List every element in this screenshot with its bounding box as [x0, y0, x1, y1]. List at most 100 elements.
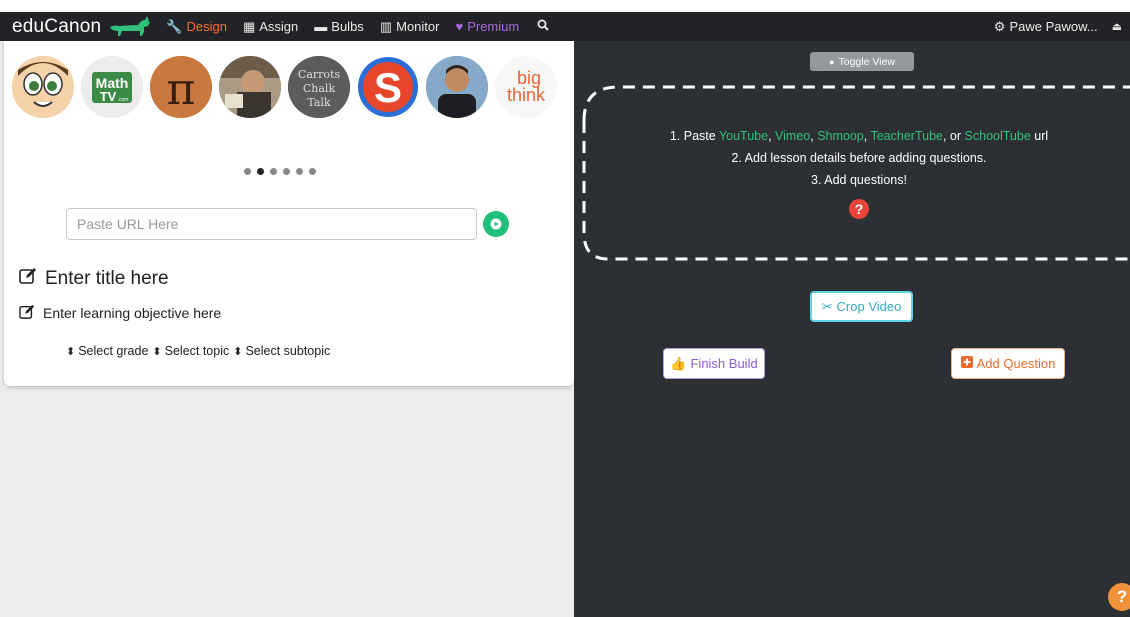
learning-objective-text[interactable]: Enter learning objective here: [43, 305, 221, 321]
vimeo-link[interactable]: Vimeo: [775, 129, 810, 143]
photo-thumbnail-icon: [219, 56, 281, 118]
top-navbar: eduCanon 🔧 Design ▦ Assign ▬ Bulbs ▥ Mon…: [0, 12, 1130, 41]
provider-logo-mathtv[interactable]: Math TV .com: [81, 56, 143, 118]
add-question-label: Add Question: [976, 356, 1056, 371]
crop-video-label: Crop Video: [836, 299, 902, 314]
brand[interactable]: eduCanon: [12, 15, 152, 39]
sort-icon: ⬍: [66, 345, 76, 358]
instruction-step-2: 2. Add lesson details before adding ques…: [731, 151, 987, 165]
user-name[interactable]: Pawe Pawow...: [1009, 19, 1097, 34]
teacher-photo-icon: [426, 56, 488, 118]
carousel-dot[interactable]: [296, 168, 303, 175]
mathtv-logo-subtext: TV: [100, 89, 117, 104]
help-chat-button[interactable]: ?: [1108, 583, 1130, 611]
nav-item-label: Premium: [467, 19, 520, 34]
lesson-title-text[interactable]: Enter title here: [45, 268, 169, 290]
pi-logo-text: π: [167, 64, 196, 115]
toggle-view-label: Toggle View: [838, 55, 895, 68]
select-subtopic[interactable]: ⬍ Select subtopic: [233, 344, 330, 358]
calendar-icon: ▦: [242, 18, 256, 34]
heart-icon: ♥: [455, 19, 464, 34]
provider-logo-big-think[interactable]: big think: [495, 56, 557, 118]
chalk-talk-line-3: Talk: [307, 96, 331, 109]
logout-icon[interactable]: ⏏: [1112, 20, 1122, 33]
carousel-dot[interactable]: [309, 168, 316, 175]
provider-logo-cartoon[interactable]: [12, 56, 74, 118]
pi-logo-icon: π: [150, 56, 212, 118]
nav-item-label: Monitor: [396, 19, 440, 34]
play-circle-icon: [490, 218, 502, 230]
select-label: Select topic: [164, 344, 230, 358]
select-topic[interactable]: ⬍ Select topic: [152, 344, 229, 358]
brand-logo-text[interactable]: eduCanon: [12, 16, 101, 38]
nav-item-monitor[interactable]: ▥ Monitor: [380, 19, 440, 35]
dachshund-logo-icon: [110, 15, 151, 36]
select-label: Select grade: [78, 344, 149, 358]
provider-logo-pi[interactable]: π: [150, 56, 212, 118]
youtube-link[interactable]: YouTube: [719, 129, 768, 143]
instruction-step-1: 1. Paste YouTube, Vimeo, Shmoop, Teacher…: [574, 125, 1130, 147]
nav-item-assign[interactable]: ▦ Assign: [243, 19, 298, 35]
select-grade[interactable]: ⬍ Select grade: [66, 344, 148, 358]
video-panel: ● Toggle View 1. Paste YouTube, Vimeo, S…: [574, 41, 1130, 617]
submit-url-button[interactable]: [483, 211, 509, 237]
question-help-icon[interactable]: ?: [849, 199, 869, 219]
shmoop-logo-icon: S: [358, 57, 418, 117]
learning-objective-editable[interactable]: Enter learning objective here: [19, 304, 221, 322]
provider-logo-shmoop[interactable]: S: [357, 56, 419, 118]
nav-item-bulbs[interactable]: ▬ Bulbs: [314, 19, 364, 34]
provider-carousel[interactable]: Math TV .com π Carrots Chalk Talk S big …: [12, 56, 572, 118]
mathtv-logo-domain: .com: [118, 97, 129, 103]
sort-icon: ⬍: [152, 345, 162, 358]
big-think-line-2: think: [507, 85, 546, 105]
carousel-dot[interactable]: [270, 168, 277, 175]
carousel-dot[interactable]: [283, 168, 290, 175]
nav-item-label: Design: [186, 19, 227, 34]
thumbs-up-icon: 👍: [670, 355, 687, 371]
provider-logo-teacher[interactable]: [426, 56, 488, 118]
gear-icon: ⚙: [993, 18, 1006, 34]
instruction-text: url: [1030, 129, 1049, 143]
user-menu[interactable]: ⚙ Pawe Pawow... ⏏: [994, 12, 1122, 41]
wrench-icon: 🔧: [166, 18, 183, 34]
left-empty-area: [4, 388, 574, 617]
big-think-logo-icon: big think: [495, 56, 557, 118]
shmoop-logo-text: S: [374, 64, 402, 111]
plus-square-icon: [960, 356, 973, 371]
shmoop-link[interactable]: Shmoop: [817, 129, 864, 143]
chalk-talk-line-1: Carrots: [298, 68, 341, 81]
sort-icon: ⬍: [233, 345, 243, 358]
separator-or: , or: [942, 129, 965, 143]
nav-item-label: Bulbs: [331, 19, 364, 34]
bar-chart-icon: ▥: [379, 18, 393, 34]
video-instructions: 1. Paste YouTube, Vimeo, Shmoop, Teacher…: [574, 125, 1130, 191]
chalk-talk-line-2: Chalk: [303, 82, 336, 95]
scissors-icon: ✂: [821, 298, 833, 314]
add-question-button[interactable]: Add Question: [951, 348, 1065, 379]
circle-arrow-icon: ●: [829, 56, 835, 67]
lesson-title-editable[interactable]: Enter title here: [19, 267, 169, 290]
instruction-text: 1. Paste: [669, 129, 719, 143]
toggle-view-button[interactable]: ● Toggle View: [810, 52, 914, 71]
lesson-select-row: ⬍ Select grade ⬍ Select topic ⬍ Select s…: [66, 344, 334, 358]
nav-menu: 🔧 Design ▦ Assign ▬ Bulbs ▥ Monitor ♥ Pr…: [166, 19, 549, 35]
finish-build-button[interactable]: 👍 Finish Build: [663, 348, 765, 379]
select-label: Select subtopic: [245, 344, 331, 358]
instruction-step-3: 3. Add questions!: [811, 173, 907, 187]
nav-item-premium[interactable]: ♥ Premium: [455, 19, 519, 34]
edit-icon: [19, 304, 35, 322]
provider-logo-chalk-talk[interactable]: Carrots Chalk Talk: [288, 56, 350, 118]
schooltube-link[interactable]: SchoolTube: [965, 129, 1031, 143]
video-url-input[interactable]: [66, 208, 477, 240]
nav-item-design[interactable]: 🔧 Design: [166, 19, 227, 35]
chalk-talk-logo-icon: Carrots Chalk Talk: [288, 56, 350, 118]
search-icon[interactable]: [537, 19, 549, 34]
crop-video-button[interactable]: ✂ Crop Video: [810, 291, 913, 322]
teachertube-link[interactable]: TeacherTube: [870, 129, 943, 143]
carousel-dot[interactable]: [244, 168, 251, 175]
edit-icon: [19, 267, 37, 290]
mathtv-logo-icon: Math TV .com: [81, 56, 143, 118]
cartoon-face-icon: [12, 56, 74, 118]
provider-logo-photo[interactable]: [219, 56, 281, 118]
carousel-dot-active[interactable]: [257, 168, 264, 175]
